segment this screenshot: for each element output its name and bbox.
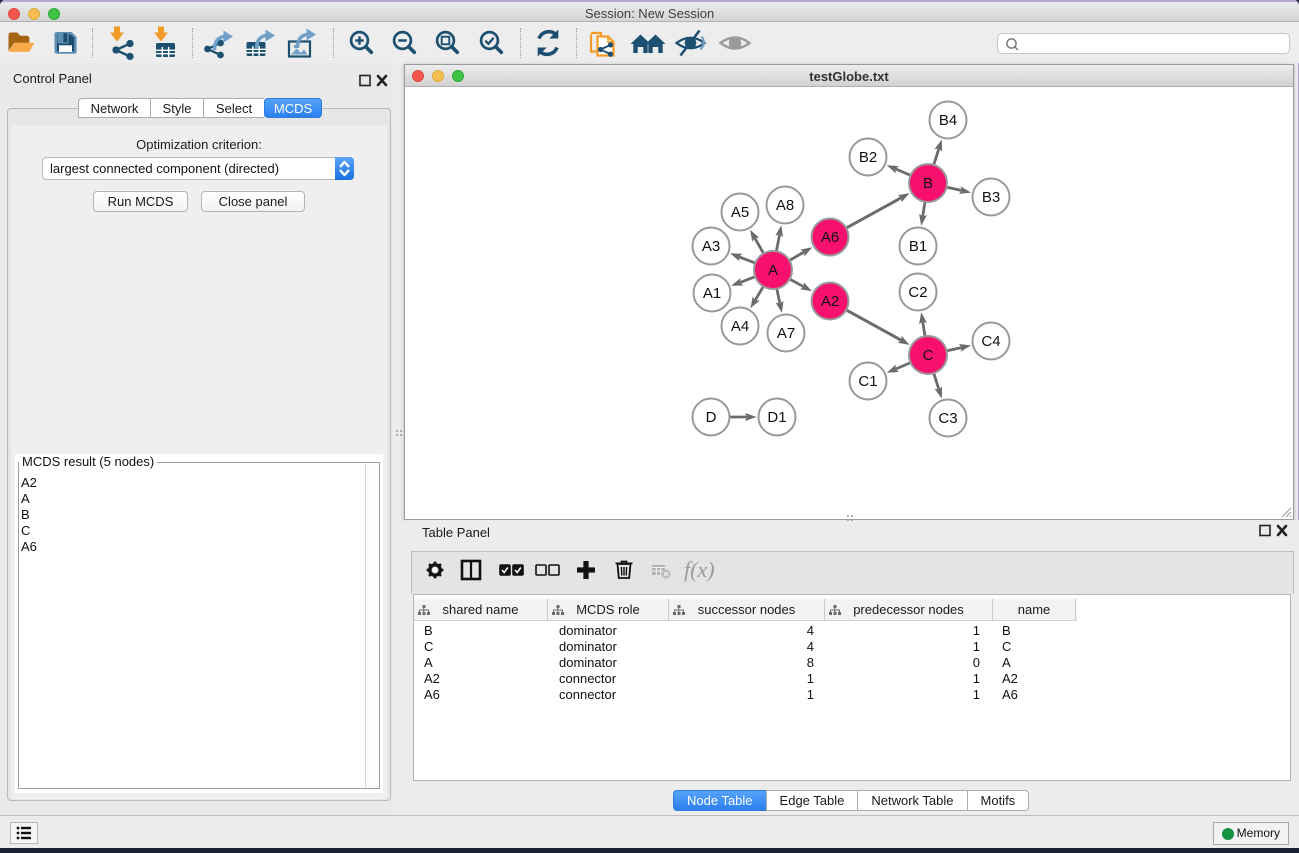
svg-text:A8: A8 xyxy=(776,197,794,214)
svg-text:B3: B3 xyxy=(982,189,1000,206)
svg-text:A5: A5 xyxy=(731,204,749,221)
svg-text:D: D xyxy=(706,409,717,426)
svg-text:B2: B2 xyxy=(859,149,877,166)
svg-text:C: C xyxy=(923,347,934,364)
svg-text:B4: B4 xyxy=(939,112,957,129)
svg-text:C4: C4 xyxy=(981,333,1000,350)
svg-text:C1: C1 xyxy=(858,373,877,390)
svg-text:A4: A4 xyxy=(731,318,749,335)
svg-text:A7: A7 xyxy=(777,325,795,342)
svg-text:A1: A1 xyxy=(703,285,721,302)
svg-text:A3: A3 xyxy=(702,238,720,255)
svg-text:f(x): f(x) xyxy=(684,557,715,582)
svg-text:A6: A6 xyxy=(821,229,839,246)
svg-text:A: A xyxy=(768,262,778,279)
svg-text:B1: B1 xyxy=(909,238,927,255)
svg-text:B: B xyxy=(923,175,933,192)
svg-text:A2: A2 xyxy=(821,293,839,310)
svg-text:D1: D1 xyxy=(767,409,786,426)
svg-text:C3: C3 xyxy=(938,410,957,427)
svg-text:C2: C2 xyxy=(908,284,927,301)
